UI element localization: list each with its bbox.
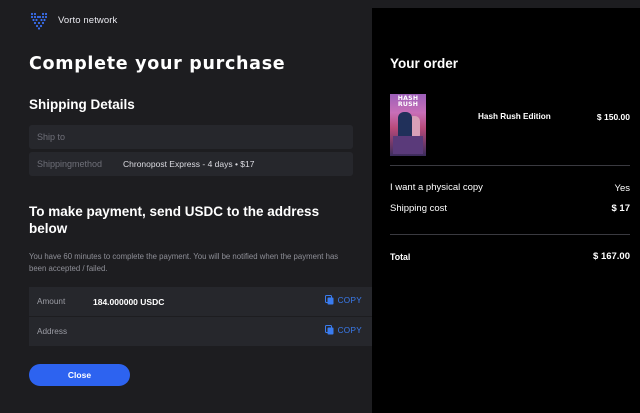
cover-title: HASH RUSH xyxy=(397,95,419,108)
brand[interactable]: Vorto network xyxy=(29,10,117,30)
payment-note: You have 60 minutes to complete the paym… xyxy=(29,252,339,273)
item-name: Hash Rush Edition xyxy=(478,112,551,121)
ship-to-placeholder: Ship to xyxy=(37,132,66,142)
address-label: Address xyxy=(37,327,68,336)
copy-amount-button[interactable]: COPY xyxy=(324,295,362,305)
copy-address-label: COPY xyxy=(337,325,362,335)
copy-icon xyxy=(324,325,334,335)
amount-label: Amount xyxy=(37,297,66,306)
shipping-method-label: Shippingmethod xyxy=(37,159,103,169)
physical-copy-value: Yes xyxy=(614,183,631,194)
address-row: Address COPY xyxy=(29,317,372,346)
shipping-cost-label: Shipping cost xyxy=(390,203,448,214)
physical-copy-label: I want a physical copy xyxy=(390,182,483,193)
close-button[interactable]: Close xyxy=(29,364,130,386)
copy-address-button[interactable]: COPY xyxy=(324,325,362,335)
vorto-logo-icon xyxy=(29,10,49,30)
item-price: $ 150.00 xyxy=(596,112,630,122)
total-value: $ 167.00 xyxy=(593,251,630,262)
top-strip xyxy=(372,0,640,8)
brand-name: Vorto network xyxy=(58,14,118,26)
shipping-method-value: Chronopost Express - 4 days • $17 xyxy=(123,159,255,169)
copy-icon xyxy=(324,295,334,305)
divider xyxy=(390,234,630,235)
shipping-method-select[interactable]: Shippingmethod Chronopost Express - 4 da… xyxy=(29,152,353,176)
order-title: Your order xyxy=(390,56,459,71)
total-label: Total xyxy=(390,252,411,262)
shipping-cost-value: $ 17 xyxy=(611,203,631,214)
checkout-panel: Vorto network Complete your purchase Shi… xyxy=(0,0,372,413)
divider xyxy=(390,165,630,166)
copy-amount-label: COPY xyxy=(337,295,362,305)
payment-title: To make payment, send USDC to the addres… xyxy=(29,204,320,236)
product-cover-image: HASH RUSH xyxy=(390,94,426,156)
page-title: Complete your purchase xyxy=(29,54,286,74)
order-summary-panel: Your order HASH RUSH Hash Rush Edition $… xyxy=(372,8,640,413)
amount-row: Amount 184.000000 USDC COPY xyxy=(29,287,372,316)
shipping-section-title: Shipping Details xyxy=(29,97,135,112)
cover-figure xyxy=(393,136,423,154)
amount-value: 184.000000 USDC xyxy=(93,296,165,307)
ship-to-field[interactable]: Ship to xyxy=(29,125,353,149)
